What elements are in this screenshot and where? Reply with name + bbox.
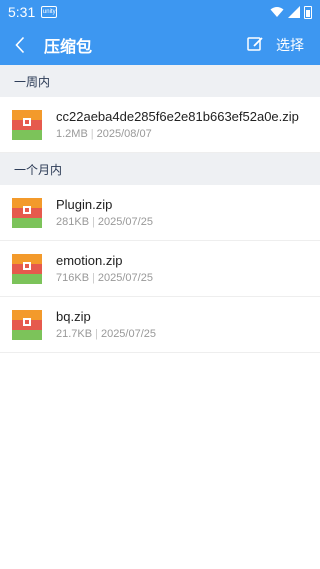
file-list-week: cc22aeba4de285f6e2e81b663ef52a0e.zip 1.2… bbox=[0, 97, 320, 153]
file-size: 281KB bbox=[56, 216, 90, 228]
edit-icon[interactable] bbox=[246, 35, 264, 53]
file-meta: 281KB | 2025/07/25 bbox=[56, 216, 153, 228]
file-meta: 1.2MB | 2025/08/07 bbox=[56, 128, 152, 140]
file-name: cc22aeba4de285f6e2e81b663ef52a0e.zip bbox=[56, 109, 299, 124]
file-item[interactable]: bq.zip 21.7KB | 2025/07/25 bbox=[0, 297, 320, 353]
file-size: 716KB bbox=[56, 272, 90, 284]
file-meta: 716KB | 2025/07/25 bbox=[56, 272, 153, 284]
section-header-month: 一个月内 bbox=[0, 153, 320, 185]
back-arrow-icon[interactable] bbox=[0, 24, 40, 65]
archive-icon bbox=[12, 109, 42, 140]
signal-icon bbox=[288, 6, 300, 18]
file-size: 21.7KB bbox=[56, 328, 93, 340]
file-name: emotion.zip bbox=[56, 253, 123, 268]
file-date: 2025/07/25 bbox=[97, 272, 153, 284]
notification-icon: unity bbox=[41, 6, 58, 18]
archive-icon bbox=[12, 309, 42, 340]
app-bar: 压缩包 选择 bbox=[0, 24, 320, 65]
archive-icon bbox=[12, 197, 42, 228]
file-date: 2025/07/25 bbox=[100, 328, 157, 340]
file-meta: 21.7KB | 2025/07/25 bbox=[56, 328, 157, 340]
file-size: 1.2MB bbox=[56, 128, 88, 140]
file-list-month: Plugin.zip 281KB | 2025/07/25 emotion.zip … bbox=[0, 185, 320, 353]
file-date: 2025/08/07 bbox=[96, 128, 152, 140]
file-name: bq.zip bbox=[56, 309, 91, 324]
status-time: 5:31 bbox=[8, 4, 36, 20]
archive-icon bbox=[12, 253, 42, 284]
status-bar: 5:31 unity bbox=[0, 0, 320, 24]
file-date: 2025/07/25 bbox=[97, 216, 153, 228]
file-name: Plugin.zip bbox=[56, 197, 113, 212]
file-item[interactable]: emotion.zip 716KB | 2025/07/25 bbox=[0, 241, 320, 297]
battery-icon bbox=[304, 5, 312, 19]
file-item[interactable]: cc22aeba4de285f6e2e81b663ef52a0e.zip 1.2… bbox=[0, 97, 320, 153]
file-item[interactable]: Plugin.zip 281KB | 2025/07/25 bbox=[0, 185, 320, 241]
section-header-week: 一周内 bbox=[0, 65, 320, 97]
wifi-icon bbox=[270, 7, 284, 17]
page-title: 压缩包 bbox=[44, 38, 93, 56]
select-button[interactable]: 选择 bbox=[276, 35, 304, 55]
